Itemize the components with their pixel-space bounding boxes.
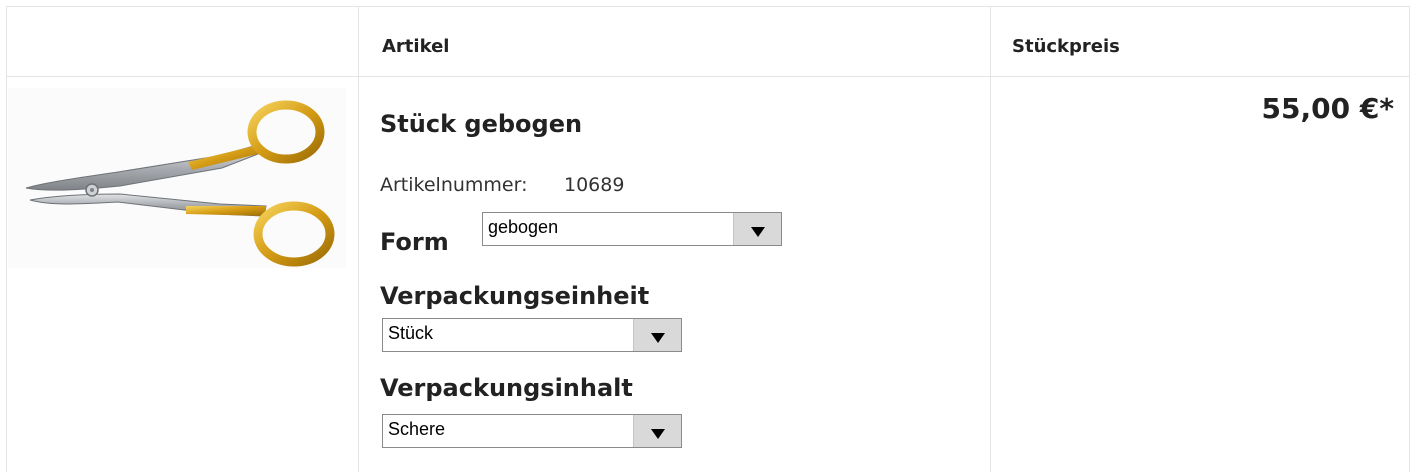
packaging-content-select-value: Schere xyxy=(388,419,446,439)
chevron-down-icon xyxy=(751,227,765,237)
column-divider-article xyxy=(358,6,359,472)
packaging-content-label: Verpackungsinhalt xyxy=(380,374,633,402)
packaging-content-select-button[interactable] xyxy=(633,415,681,447)
packaging-content-select[interactable]: Schere xyxy=(382,414,682,448)
chevron-down-icon xyxy=(651,429,665,439)
scissors-icon xyxy=(25,100,335,267)
product-image[interactable] xyxy=(8,88,346,268)
chevron-down-icon xyxy=(651,333,665,343)
packaging-unit-label: Verpackungseinheit xyxy=(380,282,650,310)
form-select[interactable]: gebogen xyxy=(482,212,782,246)
packaging-unit-select-button[interactable] xyxy=(633,319,681,351)
sku-value: 10689 xyxy=(564,174,625,196)
column-header-unit-price: Stückpreis xyxy=(1012,36,1120,57)
form-select-button[interactable] xyxy=(733,213,781,245)
form-select-value: gebogen xyxy=(488,217,559,237)
packaging-unit-select[interactable]: Stück xyxy=(382,318,682,352)
column-divider-price xyxy=(990,6,991,472)
sku-label: Artikelnummer: xyxy=(380,174,528,196)
product-title[interactable]: Stück gebogen xyxy=(380,110,582,138)
form-label: Form xyxy=(380,228,449,256)
column-header-article: Artikel xyxy=(382,36,450,57)
table-left-border xyxy=(6,6,7,472)
packaging-unit-select-value: Stück xyxy=(388,323,434,343)
table-right-border xyxy=(1409,6,1410,472)
unit-price: 55,00 €* xyxy=(1261,92,1394,125)
header-bottom-border xyxy=(6,76,1410,77)
table-top-border xyxy=(6,6,1410,7)
